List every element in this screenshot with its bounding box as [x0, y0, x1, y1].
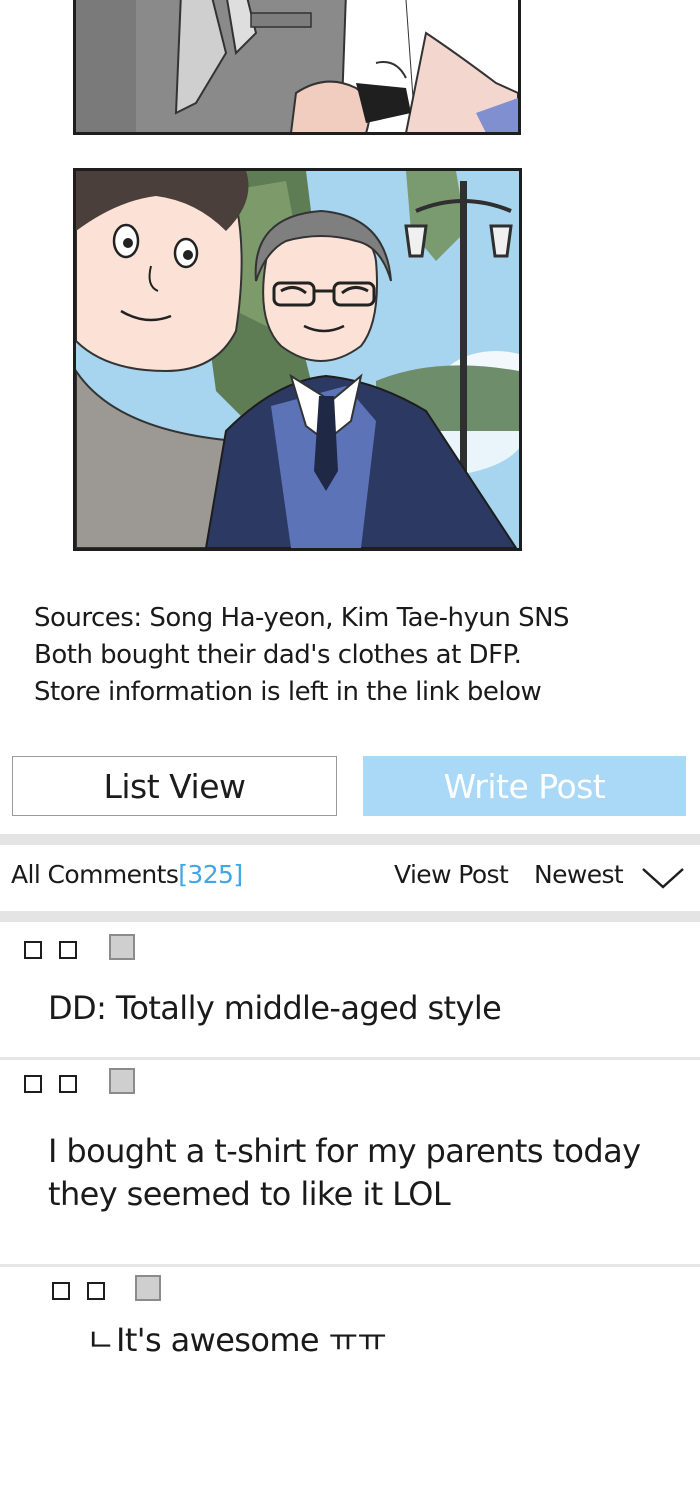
section-divider: [0, 834, 700, 845]
sort-dropdown[interactable]: Newest: [534, 860, 624, 889]
comments-header: All Comments[325] View Post Newest: [0, 848, 700, 908]
avatar-icon: [109, 934, 135, 960]
author-glyph: [52, 1282, 70, 1300]
list-view-button[interactable]: List View: [12, 756, 337, 816]
avatar-icon: [109, 1068, 135, 1094]
comment-text: It's awesome ㅠㅠ: [116, 1321, 387, 1359]
comment-text: they seemed to like it LOL: [48, 1175, 451, 1213]
comic-illustration-top: [76, 0, 518, 132]
comic-illustration-main: [76, 171, 519, 548]
post-caption: Sources: Song Ha-yeon, Kim Tae-hyun SNS …: [34, 600, 674, 711]
caption-line: Store information is left in the link be…: [34, 677, 542, 707]
author-glyph: [59, 941, 77, 959]
author-glyph: [59, 1075, 77, 1093]
reply-marker: ㄴ: [86, 1321, 115, 1359]
view-post-link[interactable]: View Post: [394, 860, 509, 889]
all-comments-text: All Comments: [11, 860, 179, 889]
avatar-icon: [135, 1275, 161, 1301]
caption-line: Sources: Song Ha-yeon, Kim Tae-hyun SNS: [34, 603, 570, 633]
comment-text: I bought a t-shirt for my parents today: [48, 1132, 641, 1170]
author-glyph: [24, 1075, 42, 1093]
comic-panel-main: [73, 168, 522, 551]
comment-item: I bought a t-shirt for my parents today …: [0, 1060, 700, 1265]
caption-line: Both bought their dad's clothes at DFP.: [34, 640, 522, 670]
all-comments-label: All Comments[325]: [11, 860, 243, 889]
section-divider: [0, 911, 700, 922]
comment-item: DD: Totally middle-aged style: [0, 922, 700, 1058]
comic-panel-top: [73, 0, 521, 135]
comment-reply-item: ㄴ It's awesome ㅠㅠ: [0, 1267, 700, 1387]
comment-count[interactable]: [325]: [178, 860, 243, 889]
author-glyph: [87, 1282, 105, 1300]
comment-text: DD: Totally middle-aged style: [48, 989, 502, 1027]
author-glyph: [24, 941, 42, 959]
write-post-button[interactable]: Write Post: [363, 756, 686, 816]
chevron-down-icon[interactable]: [641, 866, 685, 890]
